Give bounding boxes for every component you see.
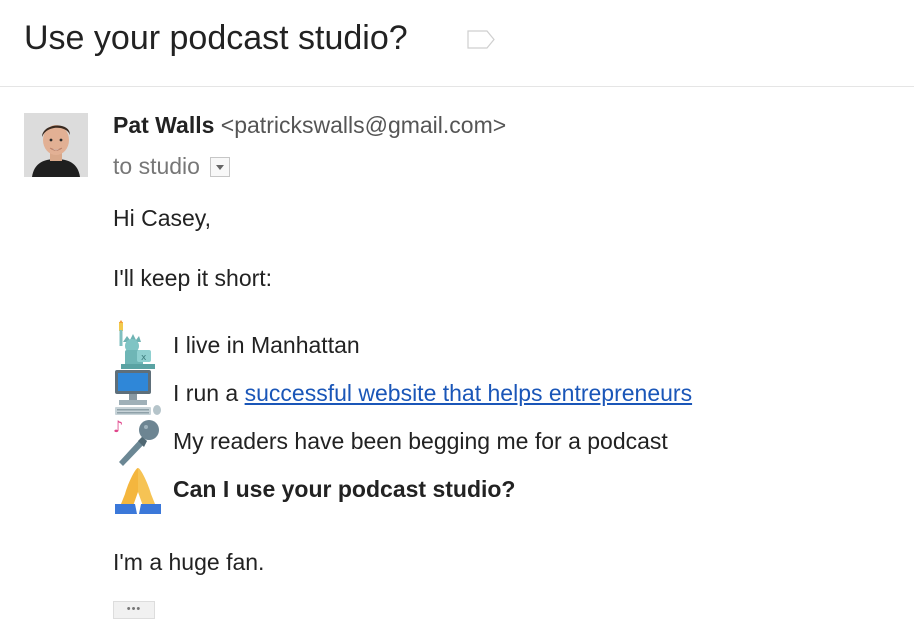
svg-text:♪: ♪ [113,417,123,436]
bullet-text: I run a successful website that helps en… [173,380,692,407]
recipient-label: to studio [113,153,200,179]
sender-email: <patrickswalls@gmail.com> [220,112,507,138]
sender-name[interactable]: Pat Walls [113,112,214,138]
microphone-icon: ♪ [113,417,159,466]
show-trimmed-content-button[interactable]: ••• [113,601,155,619]
list-item: Can I use your podcast studio? [113,466,516,514]
list-item: I run a successful website that helps en… [113,370,692,416]
statue-of-liberty-icon: x [119,320,155,369]
avatar[interactable] [24,113,88,177]
desktop-computer-icon [115,370,161,415]
website-link[interactable]: successful website that helps entreprene… [245,380,692,406]
email-subject: Use your podcast studio? [24,19,408,57]
subject-header: Use your podcast studio? [0,0,914,87]
label-icon[interactable] [467,30,495,49]
bullet-prefix: I run a [173,379,245,406]
sender-line: Pat Walls <patrickswalls@gmail.com> [113,112,506,139]
show-details-dropdown[interactable] [209,156,230,177]
bullet-text: Can I use your podcast studio? [173,475,516,502]
list-item: x I live in Manhattan [113,320,360,369]
closing-text: I'm a huge fan. [113,549,265,575]
intro-text: I'll keep it short: [113,265,273,291]
bullet-text: I live in Manhattan [173,331,360,358]
greeting: Hi Casey, [113,205,211,231]
bullet-text: My readers have been begging me for a po… [173,427,668,454]
recipient-line: to studio [113,153,230,180]
list-item: ♪ My readers have been begging me for a … [113,417,668,466]
folded-hands-icon [115,468,161,514]
svg-text:x: x [141,353,147,363]
